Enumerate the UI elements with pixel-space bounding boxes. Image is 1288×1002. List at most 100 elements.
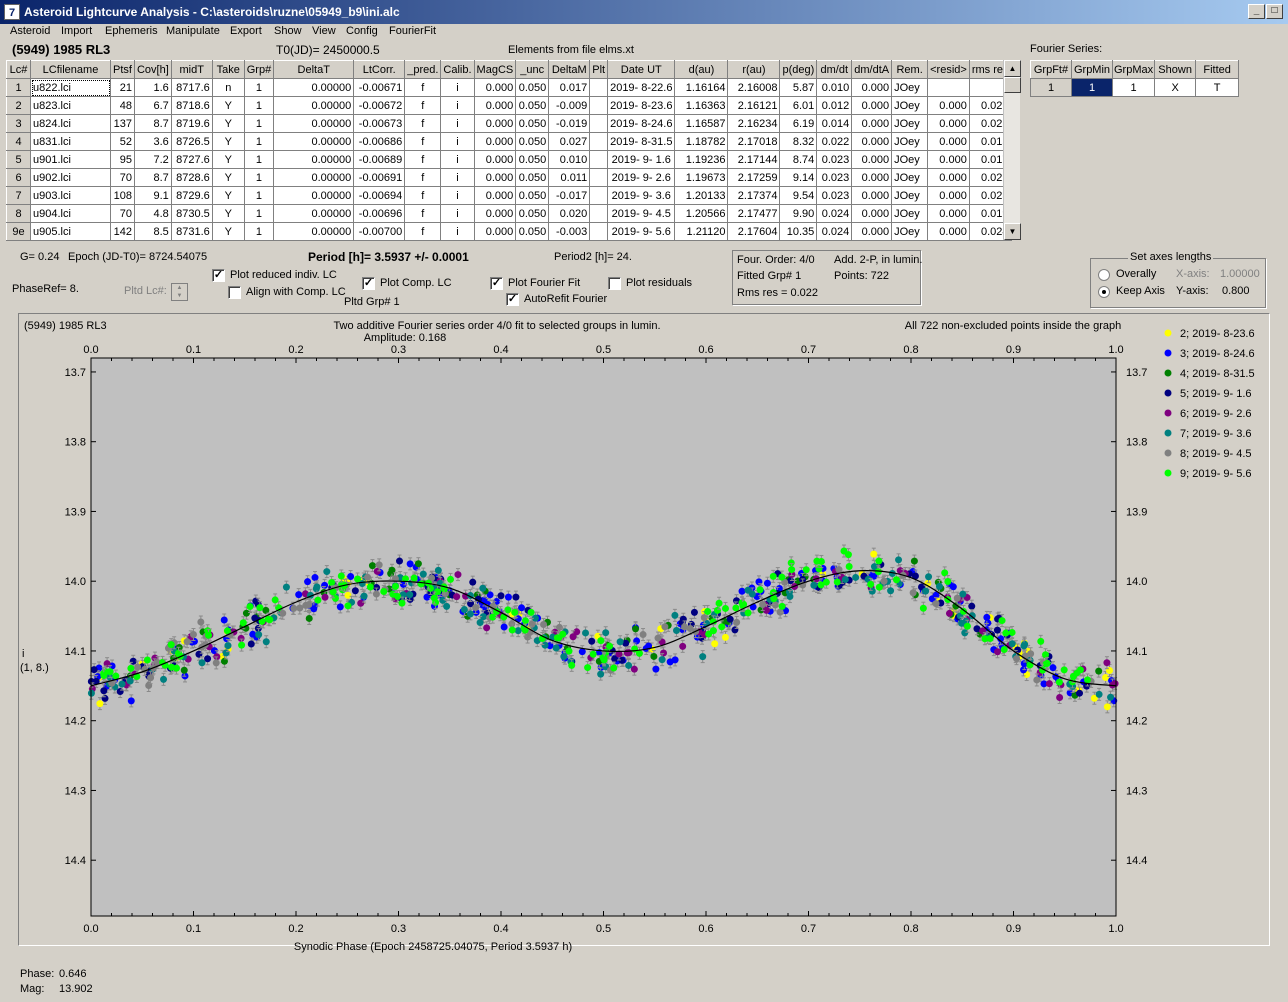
table-cell[interactable]: 8729.6: [170, 186, 213, 205]
menu-ephemeris[interactable]: Ephemeris: [105, 25, 158, 37]
table-cell[interactable]: f: [404, 186, 442, 205]
col-header[interactable]: DeltaM: [548, 60, 591, 79]
table-cell[interactable]: 8726.5: [170, 132, 213, 151]
table-cell[interactable]: 0.000: [927, 168, 970, 187]
table-cell[interactable]: Y: [211, 204, 245, 223]
table-cell[interactable]: [589, 150, 609, 169]
col-header[interactable]: dm/dtA: [851, 60, 893, 79]
table-cell[interactable]: 0.000: [851, 96, 893, 115]
col-header[interactable]: p(deg): [779, 60, 818, 79]
table-cell[interactable]: Y: [211, 132, 245, 151]
table-cell[interactable]: 0.00000: [273, 168, 355, 187]
table-cell[interactable]: 0.000: [927, 222, 970, 241]
table-row[interactable]: 5 u901.lci 95 7.2 8727.6 Y 1 0.00000 -0.00689 f i 0…: [6, 150, 1012, 169]
table-cell[interactable]: -0.00689: [353, 150, 406, 169]
table-cell[interactable]: i: [440, 96, 475, 115]
table-cell[interactable]: -0.00671: [353, 78, 406, 97]
table-cell[interactable]: 9.54: [779, 186, 818, 205]
table-cell[interactable]: 2019- 8-23.6: [607, 96, 676, 115]
overally-label[interactable]: Overally: [1116, 268, 1156, 280]
table-cell[interactable]: -0.009: [548, 96, 591, 115]
row-header[interactable]: 2: [6, 96, 31, 115]
table-cell[interactable]: 9.14: [779, 168, 818, 187]
keep-axis-label[interactable]: Keep Axis: [1116, 285, 1165, 297]
table-cell[interactable]: 0.000: [927, 186, 970, 205]
table-cell[interactable]: 0.00000: [273, 78, 355, 97]
col-header[interactable]: Calib.: [440, 60, 475, 79]
menu-asteroid[interactable]: Asteroid: [10, 25, 50, 37]
row-header[interactable]: 9e: [6, 222, 31, 241]
plot-fourier-checkbox[interactable]: ✓: [490, 277, 503, 290]
table-cell[interactable]: 8719.6: [170, 114, 213, 133]
table-cell[interactable]: 1: [243, 96, 275, 115]
table-cell[interactable]: 8718.6: [170, 96, 213, 115]
table-cell[interactable]: 70: [110, 204, 135, 223]
table-cell[interactable]: -0.003: [548, 222, 591, 241]
table-cell[interactable]: JOey: [891, 150, 929, 169]
col-header[interactable]: DeltaT: [273, 60, 355, 79]
table-cell[interactable]: Y: [211, 222, 245, 241]
menu-manipulate[interactable]: Manipulate: [166, 25, 220, 37]
table-cell[interactable]: 0.000: [927, 96, 970, 115]
table-cell[interactable]: -0.00694: [353, 186, 406, 205]
table-cell[interactable]: 6.01: [779, 96, 818, 115]
table-cell[interactable]: 1.19236: [674, 150, 729, 169]
col-header[interactable]: r(au): [727, 60, 781, 79]
table-cell[interactable]: [589, 186, 609, 205]
row-header[interactable]: 7: [6, 186, 31, 205]
table-cell[interactable]: u824.lci: [30, 114, 111, 133]
plot-residuals-checkbox[interactable]: [608, 277, 621, 290]
table-cell[interactable]: 8.74: [779, 150, 818, 169]
table-cell[interactable]: -0.00672: [353, 96, 406, 115]
plot-comp-label[interactable]: Plot Comp. LC: [380, 277, 452, 289]
table-cell[interactable]: 2.17018: [727, 132, 781, 151]
table-cell[interactable]: 137: [110, 114, 135, 133]
table-cell[interactable]: 1.21120: [674, 222, 729, 241]
table-cell[interactable]: 0.050: [515, 168, 550, 187]
table-cell[interactable]: 2019- 9- 1.6: [607, 150, 676, 169]
table-cell[interactable]: 2019- 8-22.6: [607, 78, 676, 97]
col-header[interactable]: Lc#: [6, 60, 31, 79]
table-cell[interactable]: f: [404, 222, 442, 241]
table-cell[interactable]: 8.7: [133, 168, 172, 187]
xaxis-value[interactable]: 1.00000: [1220, 268, 1260, 280]
scroll-down-icon[interactable]: ▼: [1004, 223, 1021, 240]
table-cell[interactable]: Y: [211, 96, 245, 115]
table-cell[interactable]: -0.017: [548, 186, 591, 205]
table-cell[interactable]: 8728.6: [170, 168, 213, 187]
scroll-up-icon[interactable]: ▲: [1004, 60, 1021, 77]
table-cell[interactable]: 4.8: [133, 204, 172, 223]
table-cell[interactable]: 0.000: [851, 222, 893, 241]
col-header[interactable]: Rem.: [891, 60, 929, 79]
table-cell[interactable]: 0.00000: [273, 186, 355, 205]
table-cell[interactable]: 108: [110, 186, 135, 205]
table-cell[interactable]: -0.00673: [353, 114, 406, 133]
row-header[interactable]: 5: [6, 150, 31, 169]
table-cell[interactable]: 9.1: [133, 186, 172, 205]
col-header[interactable]: Plt: [589, 60, 609, 79]
col-header[interactable]: <resid>: [927, 60, 970, 79]
table-cell[interactable]: 0.000: [473, 204, 517, 223]
col-header[interactable]: Grp#: [243, 60, 275, 79]
table-cell[interactable]: 2.17144: [727, 150, 781, 169]
table-cell[interactable]: 0.017: [548, 78, 591, 97]
col-header[interactable]: d(au): [674, 60, 729, 79]
table-cell[interactable]: 2.17374: [727, 186, 781, 205]
table-cell[interactable]: 0.000: [851, 168, 893, 187]
table-cell[interactable]: u905.lci: [30, 222, 111, 241]
title-bar[interactable]: 7 Asteroid Lightcurve Analysis - C:\aste…: [0, 0, 1288, 24]
table-cell[interactable]: Y: [211, 168, 245, 187]
col-header[interactable]: Take: [211, 60, 245, 79]
table-cell[interactable]: 8730.5: [170, 204, 213, 223]
table-cell[interactable]: f: [404, 96, 442, 115]
table-cell[interactable]: 0.050: [515, 132, 550, 151]
col-header[interactable]: MagCS: [473, 60, 517, 79]
table-cell[interactable]: 0.050: [515, 78, 550, 97]
table-cell[interactable]: 2.16121: [727, 96, 781, 115]
table-cell[interactable]: -0.00691: [353, 168, 406, 187]
row-header[interactable]: 1: [6, 78, 31, 97]
table-cell[interactable]: -0.00700: [353, 222, 406, 241]
table-cell[interactable]: 0.000: [473, 186, 517, 205]
table-cell[interactable]: 0.000: [927, 114, 970, 133]
table-row[interactable]: 9e u905.lci 142 8.5 8731.6 Y 1 0.00000 -0.00700 f…: [6, 222, 1012, 241]
